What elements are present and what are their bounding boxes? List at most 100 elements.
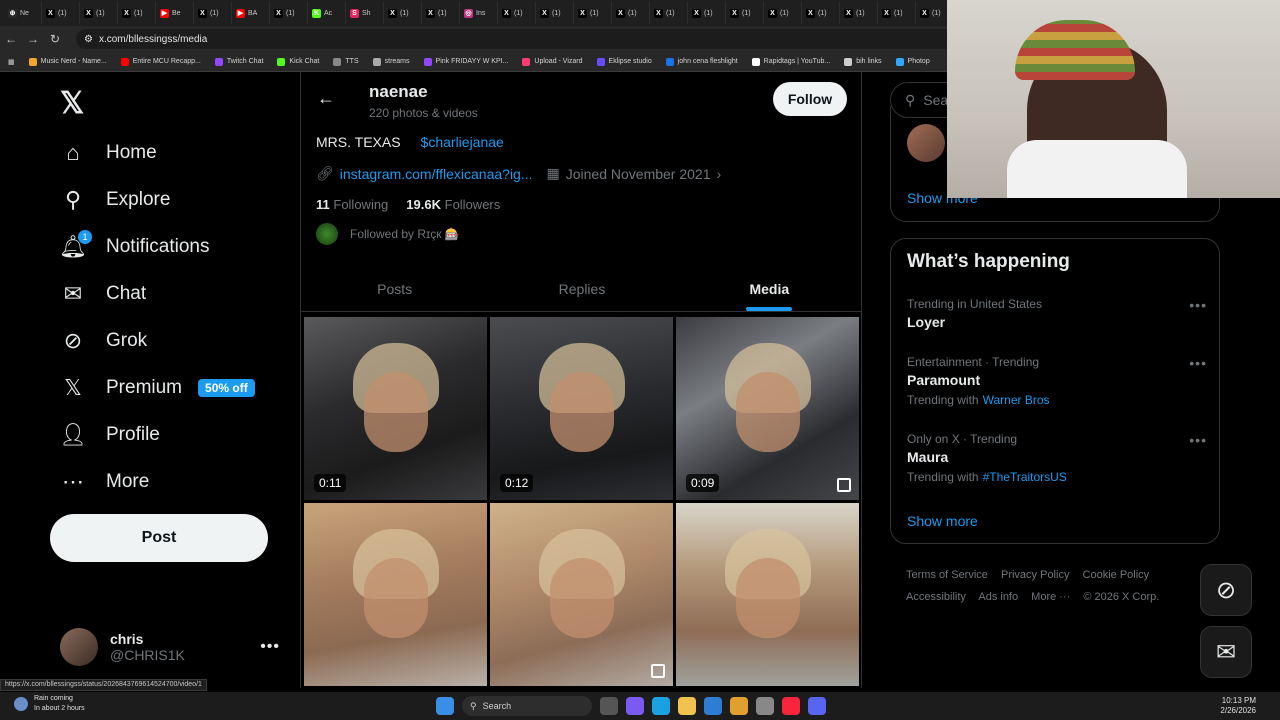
follow-button[interactable]: Follow [773,82,847,116]
media-thumbnail[interactable]: 0:11 [304,317,487,500]
bookmark-item[interactable]: Eklipse studio [596,57,652,66]
grok-float-button[interactable]: ⊘ [1200,564,1252,616]
url-field[interactable]: ⚙ x.com/bllessingss/media [76,29,976,49]
bookmark-item[interactable]: Rapidtags | YouTub... [751,57,830,66]
browser-tab[interactable]: X (1) [498,2,536,24]
back-arrow-icon[interactable]: ← [0,32,22,46]
more-dots-icon[interactable]: ••• [1189,355,1207,371]
bookmark-item[interactable]: Kick Chat [277,57,319,66]
browser-tab[interactable]: S Sh [346,2,384,24]
browser-tab[interactable]: X (1) [422,2,460,24]
music-icon[interactable] [782,697,800,715]
nav-home[interactable]: ⌂ Home [60,138,156,168]
more-dots-icon[interactable]: ••• [260,638,280,656]
browser-tab[interactable]: X (1) [536,2,574,24]
nav-grok[interactable]: ⊘ Grok [60,326,147,356]
bookmark-item[interactable]: john cena fleshlight [665,57,738,66]
nav-chat[interactable]: ✉ Chat [60,279,146,309]
browser-tab[interactable]: X (1) [878,2,916,24]
tab-posts[interactable]: Posts [301,267,488,311]
weather-widget[interactable]: Rain coming In about 2 hours [14,694,85,714]
followed-by[interactable]: Followed by Rɪçк 🎰 [316,223,460,245]
settings-icon[interactable] [756,697,774,715]
browser-tab[interactable]: X (1) [688,2,726,24]
browser-tab[interactable]: X (1) [270,2,308,24]
file-explorer-icon[interactable] [678,697,696,715]
footer-cookie-link[interactable]: Cookie Policy [1083,569,1150,581]
browser-tab[interactable]: X (1) [384,2,422,24]
bookmark-item[interactable]: Photop [895,57,930,66]
nav-premium[interactable]: 𝕏 Premium 50% off [60,373,255,403]
browser-tab[interactable]: ▶ BA [232,2,270,24]
nav-profile[interactable]: 👤︎ Profile [59,420,160,450]
site-info-icon[interactable]: ⚙ [84,34,93,45]
media-thumbnail[interactable]: 0:09 [676,317,859,500]
browser-tab[interactable]: X (1) [612,2,650,24]
browser-tab[interactable]: ▶ Be [156,2,194,24]
tab-media[interactable]: Media [676,267,861,311]
more-dots-icon[interactable]: ••• [1189,432,1207,448]
store-icon[interactable] [704,697,722,715]
chrome-icon[interactable] [730,697,748,715]
bookmark-item[interactable]: TTS [333,57,359,66]
browser-tab[interactable]: X (1) [194,2,232,24]
messages-float-button[interactable]: ✉ [1200,626,1252,678]
footer-accessibility-link[interactable]: Accessibility [906,591,966,603]
footer-terms-link[interactable]: Terms of Service [906,569,988,581]
trend-item[interactable]: Trending in United States Loyer ••• [907,297,1207,330]
more-dots-icon[interactable]: ••• [1189,297,1207,313]
nav-more[interactable]: ⋯ More [60,467,149,497]
following-link[interactable]: 11 Following [316,197,388,212]
account-switcher[interactable]: chris @CHRIS1K ••• [60,628,280,666]
bookmark-item[interactable]: streams [372,57,410,66]
taskbar-search[interactable]: ⚲ Search [462,696,592,716]
bookmark-item[interactable]: Upload - Vizard [522,57,583,66]
task-view-icon[interactable] [600,697,618,715]
bookmark-item[interactable]: Entire MCU Recapp... [120,57,201,66]
browser-tab[interactable]: X (1) [764,2,802,24]
browser-tab[interactable]: X (1) [840,2,878,24]
browser-tab[interactable]: K Ac [308,2,346,24]
footer-more-link[interactable]: More ··· [1031,591,1070,603]
browser-tab[interactable]: X (1) [80,2,118,24]
followers-link[interactable]: 19.6K Followers [406,197,500,212]
suggested-account-avatar[interactable] [907,124,945,162]
media-thumbnail[interactable] [490,503,673,686]
bio-cashtag-link[interactable]: $charliejanae [421,134,504,150]
post-button[interactable]: Post [50,514,268,562]
trend-with-link[interactable]: Warner Bros [983,393,1050,407]
footer-ads-link[interactable]: Ads info [978,591,1018,603]
trend-item[interactable]: Entertainment · Trending Paramount Trend… [907,355,1207,407]
browser-tab[interactable]: X (1) [726,2,764,24]
browser-tab[interactable]: ⊕ Ne [4,2,42,24]
media-thumbnail[interactable] [676,503,859,686]
browser-tab[interactable]: X (1) [802,2,840,24]
bookmark-item[interactable]: Twitch Chat [214,57,263,66]
browser-tab[interactable]: ◎ Ins [460,2,498,24]
show-more-link[interactable]: Show more [907,513,978,529]
nav-notifications[interactable]: 🔔︎ 1 Notifications [59,230,210,262]
chevron-right-icon[interactable]: › [717,166,722,182]
back-arrow-icon[interactable]: ← [317,88,335,109]
forward-arrow-icon[interactable]: → [22,32,44,46]
x-logo-icon[interactable]: 𝕏 [60,86,84,121]
discord-icon[interactable] [808,697,826,715]
profile-website-link[interactable]: instagram.com/fflexicanaa?ig... [340,166,533,182]
windows-start-icon[interactable] [436,697,454,715]
tab-replies[interactable]: Replies [488,267,675,311]
edge-icon[interactable] [652,697,670,715]
trend-item[interactable]: Only on X · Trending Maura Trending with… [907,432,1207,484]
browser-tab[interactable]: X (1) [574,2,612,24]
reload-icon[interactable]: ↻ [44,32,66,46]
copilot-icon[interactable] [626,697,644,715]
bookmark-item[interactable]: bih links [844,57,882,66]
nav-explore[interactable]: ⚲ Explore [60,185,170,215]
apps-grid-icon[interactable]: ▦ [8,58,15,66]
media-thumbnail[interactable]: 0:12 [490,317,673,500]
taskbar-clock[interactable]: 10:13 PM 2/26/2026 [1220,696,1256,716]
browser-tab[interactable]: X (1) [650,2,688,24]
trend-with-link[interactable]: #TheTraitorsUS [983,470,1067,484]
media-thumbnail[interactable] [304,503,487,686]
footer-privacy-link[interactable]: Privacy Policy [1001,569,1069,581]
bookmark-item[interactable]: Music Nerd - Name... [28,57,107,66]
